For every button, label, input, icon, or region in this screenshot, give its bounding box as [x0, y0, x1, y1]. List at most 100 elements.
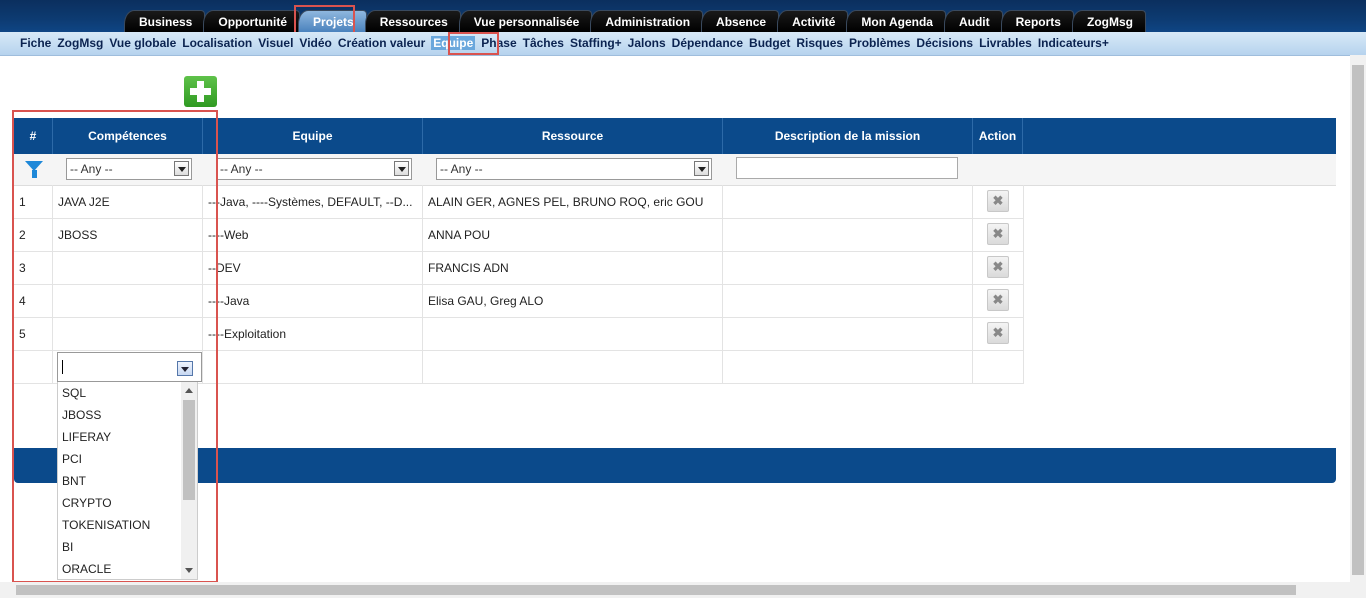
subnav-probl-mes[interactable]: Problèmes [849, 36, 910, 50]
delete-icon[interactable]: ✖ [987, 190, 1009, 212]
scroll-down-icon[interactable] [185, 568, 193, 573]
subnav-phase[interactable]: Phase [481, 36, 516, 50]
competences-combobox[interactable] [57, 352, 202, 382]
subnav-livrables[interactable]: Livrables [979, 36, 1032, 50]
table-row[interactable]: 3 --DEV FRANCIS ADN ✖ [14, 251, 1024, 285]
subnav-vid-o[interactable]: Vidéo [299, 36, 331, 50]
header-ressource[interactable]: Ressource [423, 118, 723, 154]
scroll-up-icon[interactable] [185, 388, 193, 393]
cell-ressource[interactable] [423, 317, 723, 350]
subnav-risques[interactable]: Risques [796, 36, 843, 50]
cell-equipe[interactable]: --DEV [203, 251, 423, 284]
cell-competences[interactable]: JAVA J2E [53, 185, 203, 218]
cell-competences[interactable]: JBOSS [53, 218, 203, 251]
tab-opportunit-[interactable]: Opportunité [203, 10, 301, 32]
subnav-d-pendance[interactable]: Dépendance [672, 36, 743, 50]
cell-num[interactable]: 4 [14, 284, 53, 317]
delete-icon[interactable]: ✖ [987, 289, 1009, 311]
page-horizontal-thumb[interactable] [16, 585, 1296, 595]
page-vertical-scrollbar[interactable] [1350, 55, 1366, 582]
tab-administration[interactable]: Administration [590, 10, 704, 32]
cell-equipe[interactable]: ----Web [203, 218, 423, 251]
subnav-visuel[interactable]: Visuel [258, 36, 293, 50]
filter-description-input[interactable] [736, 157, 958, 179]
header-num[interactable]: # [14, 118, 53, 154]
subnav-vue-globale[interactable]: Vue globale [109, 36, 176, 50]
subnav-cr-ation-valeur[interactable]: Création valeur [338, 36, 425, 50]
table-row[interactable]: 2 JBOSS ----Web ANNA POU ✖ [14, 218, 1024, 252]
dropdown-option[interactable]: TOKENISATION [58, 514, 197, 536]
dropdown-option[interactable]: LIFERAY [58, 426, 197, 448]
cell-equipe[interactable]: ----Exploitation [203, 317, 423, 350]
cell-num[interactable]: 2 [14, 218, 53, 251]
delete-icon[interactable]: ✖ [987, 322, 1009, 344]
chevron-down-icon [694, 161, 709, 176]
new-row-action [973, 350, 1024, 383]
delete-icon[interactable]: ✖ [987, 256, 1009, 278]
cell-num[interactable]: 1 [14, 185, 53, 218]
cell-description[interactable] [723, 317, 973, 350]
subnav-jalons[interactable]: Jalons [628, 36, 666, 50]
subnav-t-ches[interactable]: Tâches [523, 36, 564, 50]
subnav-budget[interactable]: Budget [749, 36, 790, 50]
cell-competences[interactable] [53, 284, 203, 317]
header-competences[interactable]: Compétences [53, 118, 203, 154]
cell-description[interactable] [723, 218, 973, 251]
dropdown-scrollbar[interactable] [181, 382, 197, 579]
dropdown-option[interactable]: SQL [58, 382, 197, 404]
cell-ressource[interactable]: ALAIN GER, AGNES PEL, BRUNO ROQ, eric GO… [423, 185, 723, 218]
dropdown-option[interactable]: JBOSS [58, 404, 197, 426]
tab-vue-personnalis-e[interactable]: Vue personnalisée [458, 10, 593, 32]
chevron-down-icon [174, 161, 189, 176]
tab-audit[interactable]: Audit [943, 10, 1003, 32]
cell-equipe[interactable]: ---Java, ----Systèmes, DEFAULT, --D... [203, 185, 423, 218]
tab-business[interactable]: Business [124, 10, 206, 32]
subnav-equipe[interactable]: Equipe [431, 36, 476, 50]
cell-num[interactable]: 5 [14, 317, 53, 350]
cell-num[interactable]: 3 [14, 251, 53, 284]
table-row[interactable]: 5 ----Exploitation ✖ [14, 317, 1024, 351]
subnav-fiche[interactable]: Fiche [20, 36, 51, 50]
tab-absence[interactable]: Absence [701, 10, 780, 32]
cell-equipe[interactable]: ----Java [203, 284, 423, 317]
dropdown-option[interactable]: CRYPTO [58, 492, 197, 514]
dropdown-option[interactable]: BI [58, 536, 197, 558]
cell-competences[interactable] [53, 251, 203, 284]
tab-projets[interactable]: Projets [298, 10, 367, 32]
cell-description[interactable] [723, 284, 973, 317]
dropdown-option[interactable]: ORACLE [58, 558, 197, 579]
page-vertical-thumb[interactable] [1352, 65, 1364, 575]
dropdown-scroll-thumb[interactable] [183, 400, 195, 500]
tab-activit-[interactable]: Activité [777, 10, 849, 32]
tab-mon-agenda[interactable]: Mon Agenda [846, 10, 946, 32]
dropdown-option[interactable]: PCI [58, 448, 197, 470]
cell-description[interactable] [723, 185, 973, 218]
subnav-d-cisions[interactable]: Décisions [916, 36, 973, 50]
header-description[interactable]: Description de la mission [723, 118, 973, 154]
cell-ressource[interactable]: Elisa GAU, Greg ALO [423, 284, 723, 317]
table-row[interactable]: 4 ----Java Elisa GAU, Greg ALO ✖ [14, 284, 1024, 318]
subnav-zogmsg[interactable]: ZogMsg [57, 36, 103, 50]
filter-competences-select[interactable]: -- Any -- [66, 158, 192, 180]
filter-ressource-select[interactable]: -- Any -- [436, 158, 712, 180]
delete-icon[interactable]: ✖ [987, 223, 1009, 245]
cell-description[interactable] [723, 251, 973, 284]
table-row[interactable]: 1 JAVA J2E ---Java, ----Systèmes, DEFAULT,… [14, 185, 1024, 219]
subnav-localisation[interactable]: Localisation [182, 36, 252, 50]
cell-ressource[interactable]: ANNA POU [423, 218, 723, 251]
competences-dropdown-list: SQL JBOSS LIFERAY PCI BNT CRYPTO TOKENISATION B… [57, 382, 198, 580]
cell-ressource[interactable]: FRANCIS ADN [423, 251, 723, 284]
cell-competences[interactable] [53, 317, 203, 350]
tab-zogmsg[interactable]: ZogMsg [1071, 10, 1146, 32]
add-member-button[interactable] [184, 76, 217, 107]
tab-ressources[interactable]: Ressources [364, 10, 461, 32]
chevron-down-icon[interactable] [177, 361, 193, 376]
subnav-indicateurs-[interactable]: Indicateurs+ [1038, 36, 1109, 50]
page-horizontal-scrollbar[interactable] [0, 582, 1366, 598]
dropdown-option[interactable]: BNT [58, 470, 197, 492]
filter-equipe-select[interactable]: -- Any -- [216, 158, 412, 180]
header-equipe[interactable]: Equipe [203, 118, 423, 154]
cell-action: ✖ [973, 218, 1024, 251]
tab-reports[interactable]: Reports [1000, 10, 1074, 32]
subnav-staffing-[interactable]: Staffing+ [570, 36, 622, 50]
